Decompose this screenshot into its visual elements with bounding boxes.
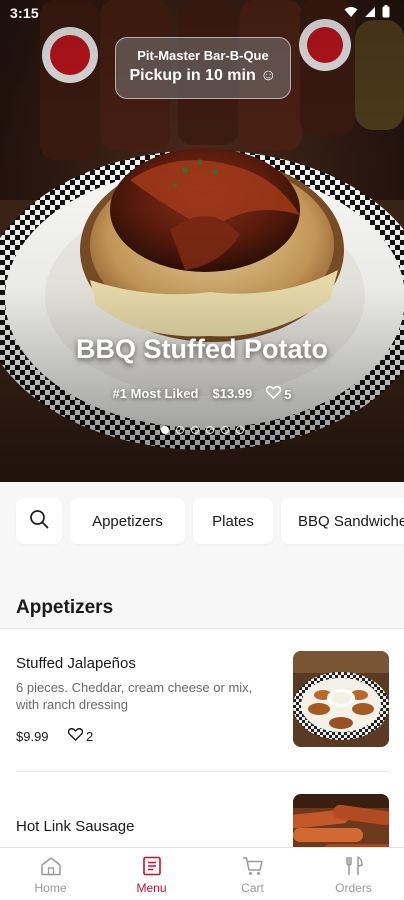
restaurant-name: Pit-Master Bar-B-Que (137, 48, 269, 63)
section-title: Appetizers (16, 597, 114, 618)
menu-item-name: Stuffed Jalapeños (16, 655, 136, 672)
category-chip-appetizers[interactable]: Appetizers (70, 498, 185, 544)
menu-item-likes-count: 2 (86, 728, 94, 744)
featured-price: $13.99 (212, 386, 253, 401)
pickup-time: Pickup in 10 min ☺ (129, 67, 277, 84)
category-chip-plates[interactable]: Plates (193, 498, 273, 544)
category-chip-bbq-sandwiches[interactable]: BBQ Sandwiches (281, 498, 404, 544)
home-icon (40, 856, 62, 881)
carousel-dot[interactable] (235, 426, 244, 434)
search-icon (29, 509, 49, 533)
cart-icon (242, 856, 264, 881)
status-icons (344, 5, 390, 23)
signal-icon (364, 5, 376, 23)
menu-item-description: 6 pieces. Cheddar, cream cheese or mix, … (16, 680, 253, 712)
nav-home[interactable]: Home (0, 848, 101, 900)
menu-item[interactable]: Hot Link Sausage (0, 772, 404, 847)
featured-title: BBQ Stuffed Potato (76, 334, 328, 364)
nav-menu-label: Menu (136, 881, 167, 895)
menu-item[interactable]: Stuffed Jalapeños 6 pieces. Cheddar, cre… (0, 629, 404, 772)
orders-icon (343, 856, 365, 881)
carousel-dot[interactable] (220, 426, 229, 434)
carousel-indicator (0, 426, 404, 434)
menu-icon (142, 856, 162, 881)
menu-item-name: Hot Link Sausage (16, 818, 135, 835)
battery-icon (382, 5, 390, 23)
menu-item-price: $9.99 (16, 729, 49, 744)
featured-likes-count: 5 (284, 386, 292, 402)
carousel-dot[interactable] (205, 426, 214, 434)
bottom-navigation: Home Menu Cart Orders (0, 847, 404, 900)
menu-item-likes: 2 (67, 727, 94, 744)
hot-link-sausage-photo (293, 794, 389, 847)
carousel-dot[interactable] (190, 426, 199, 434)
nav-orders-label: Orders (335, 881, 372, 895)
nav-menu[interactable]: Menu (101, 848, 202, 900)
category-bar: Appetizers Plates BBQ Sandwiches (0, 482, 404, 562)
nav-cart[interactable]: Cart (202, 848, 303, 900)
heart-icon (265, 385, 282, 402)
carousel-dot[interactable] (175, 426, 184, 434)
carousel-dot[interactable] (160, 426, 169, 434)
status-bar: 3:15 (0, 0, 404, 26)
heart-icon (67, 727, 84, 744)
wifi-icon (344, 5, 358, 23)
hero-banner[interactable]: 3:15 Pit-Master Bar-B-Que Pickup in 10 m… (0, 0, 404, 482)
nav-orders[interactable]: Orders (303, 848, 404, 900)
search-button[interactable] (16, 498, 62, 544)
pickup-info-pill[interactable]: Pit-Master Bar-B-Que Pickup in 10 min ☺ (115, 37, 291, 99)
featured-likes: 5 (265, 385, 292, 402)
nav-cart-label: Cart (241, 881, 264, 895)
status-time: 3:15 (10, 5, 39, 21)
featured-meta: #1 Most Liked $13.99 5 (0, 385, 404, 402)
stuffed-jalapenos-photo (293, 651, 389, 747)
featured-badge: #1 Most Liked (112, 386, 199, 401)
nav-home-label: Home (34, 881, 67, 895)
menu-list: Stuffed Jalapeños 6 pieces. Cheddar, cre… (0, 629, 404, 847)
